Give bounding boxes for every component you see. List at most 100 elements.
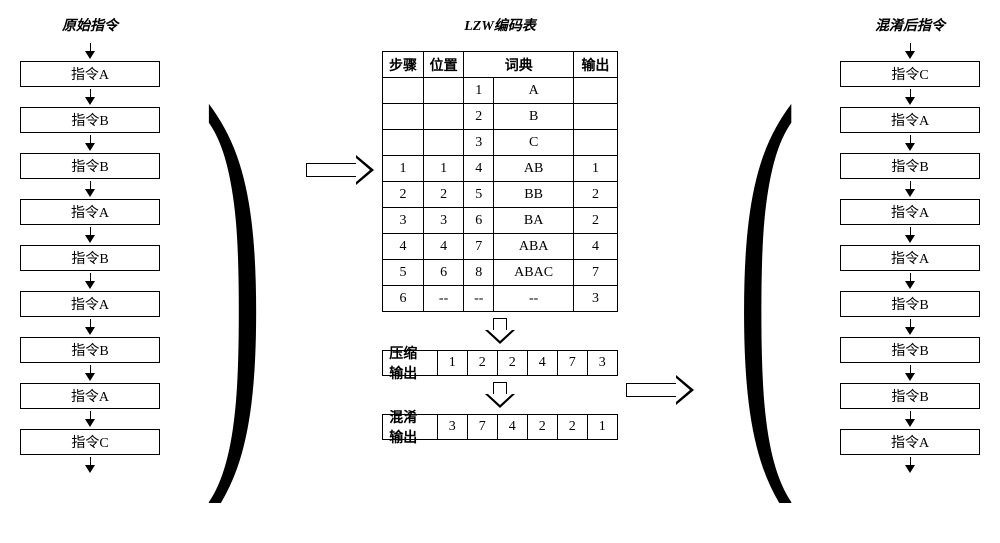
cell-d2: C — [494, 130, 574, 156]
cell-d2: AB — [494, 156, 574, 182]
out-cell: 3 — [438, 414, 468, 440]
flow-arrow-down — [905, 133, 915, 153]
flow-arrow-down — [85, 179, 95, 199]
cell-step: 3 — [383, 208, 424, 234]
flow-arrow-down — [905, 455, 915, 475]
cell-step — [383, 130, 424, 156]
cell-pos — [423, 78, 464, 104]
table-row: 1A — [383, 78, 618, 104]
out-cell: 2 — [558, 414, 588, 440]
out-cell: 2 — [498, 350, 528, 376]
cell-d1: 3 — [464, 130, 494, 156]
cell-d2: B — [494, 104, 574, 130]
cell-step — [383, 104, 424, 130]
cell-pos: 1 — [423, 156, 464, 182]
right-flow-box: 指令B — [840, 337, 980, 363]
th-step: 步骤 — [383, 52, 424, 78]
cell-d1: 4 — [464, 156, 494, 182]
flow-arrow-down — [905, 225, 915, 245]
left-flow-box: 指令B — [20, 337, 160, 363]
flow-arrow-down — [85, 317, 95, 337]
table-row: 336BA2 — [383, 208, 618, 234]
right-flow-box: 指令A — [840, 245, 980, 271]
cell-d2: ABAC — [494, 260, 574, 286]
right-flow-box: 指令C — [840, 61, 980, 87]
table-row: 3C — [383, 130, 618, 156]
arrow-right-2 — [626, 375, 694, 405]
cell-d1: -- — [464, 286, 494, 312]
cell-d1: 2 — [464, 104, 494, 130]
cell-d1: 6 — [464, 208, 494, 234]
out-cell: 3 — [588, 350, 618, 376]
out-cell: 1 — [588, 414, 618, 440]
right-flow-box: 指令B — [840, 291, 980, 317]
out-cell: 4 — [498, 414, 528, 440]
cell-out — [574, 104, 618, 130]
left-flow-box: 指令A — [20, 61, 160, 87]
left-flow-box: 指令B — [20, 245, 160, 271]
left-flow-box: 指令A — [20, 291, 160, 317]
cell-pos: 3 — [423, 208, 464, 234]
arrow-down-1 — [485, 318, 515, 344]
flow-arrow-down — [85, 363, 95, 383]
lzw-table: 步骤 位置 词典 输出 1A2B3C114AB1225BB2336BA2447A… — [382, 51, 618, 312]
flow-arrow-down — [905, 409, 915, 429]
flow-arrow-down — [905, 179, 915, 199]
table-row: 6------3 — [383, 286, 618, 312]
flow-arrow-down — [85, 133, 95, 153]
cell-step: 4 — [383, 234, 424, 260]
table-row: 225BB2 — [383, 182, 618, 208]
left-flow-box: 指令B — [20, 107, 160, 133]
cell-out — [574, 130, 618, 156]
flow-arrow-down — [85, 455, 95, 475]
cell-out: 4 — [574, 234, 618, 260]
cell-d2: -- — [494, 286, 574, 312]
right-flow-box: 指令B — [840, 153, 980, 179]
obfuscate-label: 混淆输出 — [382, 414, 438, 440]
cell-d1: 8 — [464, 260, 494, 286]
flow-arrow-down — [905, 271, 915, 291]
cell-pos — [423, 130, 464, 156]
table-row: 568ABAC7 — [383, 260, 618, 286]
left-flow-box: 指令C — [20, 429, 160, 455]
cell-out: 2 — [574, 182, 618, 208]
left-title: 原始指令 — [62, 15, 118, 35]
th-dict: 词典 — [464, 52, 574, 78]
cell-d1: 1 — [464, 78, 494, 104]
cell-d1: 7 — [464, 234, 494, 260]
cell-pos: 2 — [423, 182, 464, 208]
cell-step: 1 — [383, 156, 424, 182]
cell-pos: 4 — [423, 234, 464, 260]
out-cell: 1 — [438, 350, 468, 376]
table-row: 2B — [383, 104, 618, 130]
out-cell: 7 — [558, 350, 588, 376]
cell-step: 2 — [383, 182, 424, 208]
right-brace: ( — [702, 33, 832, 503]
cell-d2: ABA — [494, 234, 574, 260]
cell-step — [383, 78, 424, 104]
center-title: LZW编码表 — [464, 15, 536, 35]
right-flow-box: 指令A — [840, 107, 980, 133]
cell-out — [574, 78, 618, 104]
cell-d2: A — [494, 78, 574, 104]
table-row: 114AB1 — [383, 156, 618, 182]
out-cell: 2 — [468, 350, 498, 376]
flow-arrow-down — [85, 409, 95, 429]
left-column: 原始指令 指令A指令B指令B指令A指令B指令A指令B指令A指令C — [20, 15, 160, 475]
flow-arrow-down — [85, 271, 95, 291]
flow-arrow-down — [905, 363, 915, 383]
right-flow-box: 指令A — [840, 429, 980, 455]
cell-out: 7 — [574, 260, 618, 286]
cell-out: 1 — [574, 156, 618, 182]
left-flow-box: 指令A — [20, 383, 160, 409]
cell-out: 3 — [574, 286, 618, 312]
cell-step: 6 — [383, 286, 424, 312]
flow-arrow-down — [85, 225, 95, 245]
flow-arrow-down — [85, 41, 95, 61]
left-brace: ) — [168, 33, 298, 503]
out-cell: 7 — [468, 414, 498, 440]
table-row: 447ABA4 — [383, 234, 618, 260]
th-out: 输出 — [574, 52, 618, 78]
flow-arrow-down — [905, 317, 915, 337]
flow-arrow-down — [905, 87, 915, 107]
